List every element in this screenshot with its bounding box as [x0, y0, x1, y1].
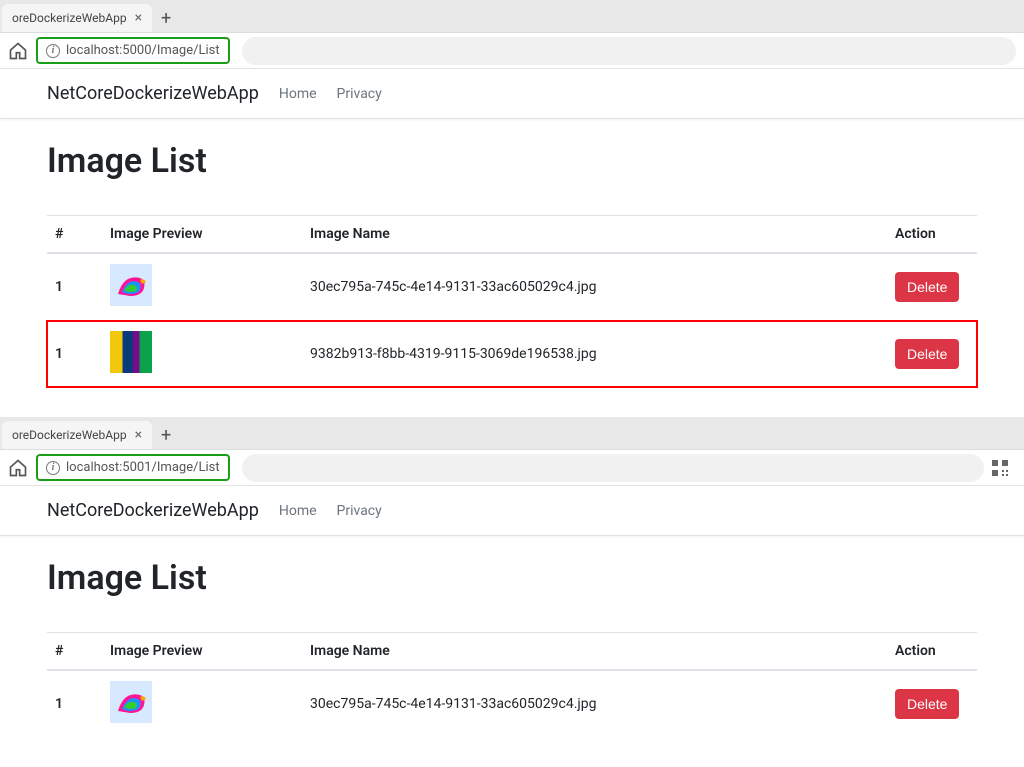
- home-icon[interactable]: [8, 41, 28, 61]
- row-num: 1: [47, 321, 102, 388]
- tab-title: oreDockerizeWebApp: [12, 11, 127, 25]
- url-field[interactable]: i localhost:5000/Image/List: [36, 37, 230, 64]
- delete-button[interactable]: Delete: [895, 339, 959, 369]
- table-row: 1 30ec795a-745c-4e14-9131-33ac605029c4.jp…: [47, 670, 977, 737]
- table-header: Image Name: [302, 216, 887, 254]
- address-input-rest[interactable]: [242, 454, 984, 482]
- table-header: Image Preview: [102, 633, 302, 671]
- browser-tab[interactable]: oreDockerizeWebApp ×: [2, 4, 152, 32]
- image-name: 30ec795a-745c-4e14-9131-33ac605029c4.jpg: [302, 670, 887, 737]
- url-text: localhost:5000/Image/List: [66, 43, 220, 58]
- brand[interactable]: NetCoreDockerizeWebApp: [47, 500, 259, 521]
- table-header: Image Preview: [102, 216, 302, 254]
- row-num: 1: [47, 253, 102, 321]
- navbar: NetCoreDockerizeWebApp Home Privacy: [0, 486, 1024, 536]
- image-table: #Image PreviewImage NameAction 1 30ec795a-…: [47, 215, 977, 387]
- close-icon[interactable]: ×: [135, 427, 142, 443]
- info-icon: i: [46, 461, 60, 475]
- page-title: Image List: [47, 141, 977, 181]
- table-header: Image Name: [302, 633, 887, 671]
- navbar: NetCoreDockerizeWebApp Home Privacy: [0, 69, 1024, 119]
- address-bar: i localhost:5000/Image/List: [0, 32, 1024, 68]
- image-name: 30ec795a-745c-4e14-9131-33ac605029c4.jpg: [302, 253, 887, 321]
- home-icon[interactable]: [8, 458, 28, 478]
- nav-link-privacy[interactable]: Privacy: [337, 86, 382, 102]
- delete-button[interactable]: Delete: [895, 689, 959, 719]
- image-table: #Image PreviewImage NameAction 1 30ec795a-…: [47, 632, 977, 737]
- info-icon: i: [46, 44, 60, 58]
- url-text: localhost:5001/Image/List: [66, 460, 220, 475]
- row-num: 1: [47, 670, 102, 737]
- url-field[interactable]: i localhost:5001/Image/List: [36, 454, 230, 481]
- brand[interactable]: NetCoreDockerizeWebApp: [47, 83, 259, 104]
- page-title: Image List: [47, 558, 977, 598]
- image-preview-cell: [102, 253, 302, 321]
- tab-bar: oreDockerizeWebApp × +: [0, 417, 1024, 449]
- address-bar: i localhost:5001/Image/List: [0, 449, 1024, 485]
- table-row: 1 30ec795a-745c-4e14-9131-33ac605029c4.jp…: [47, 253, 977, 321]
- close-icon[interactable]: ×: [135, 10, 142, 26]
- tab-bar: oreDockerizeWebApp × +: [0, 0, 1024, 32]
- main-content: Image List #Image PreviewImage NameAction…: [32, 536, 992, 767]
- image-thumbnail[interactable]: [110, 681, 152, 723]
- nav-link-privacy[interactable]: Privacy: [337, 503, 382, 519]
- image-preview-cell: [102, 321, 302, 388]
- table-header: #: [47, 633, 102, 671]
- tab-title: oreDockerizeWebApp: [12, 428, 127, 442]
- image-thumbnail[interactable]: [110, 331, 152, 373]
- table-header: Action: [887, 633, 977, 671]
- image-name: 9382b913-f8bb-4319-9115-3069de196538.jpg: [302, 321, 887, 388]
- new-tab-button[interactable]: +: [152, 4, 180, 32]
- qr-icon[interactable]: [992, 460, 1008, 476]
- image-thumbnail[interactable]: [110, 264, 152, 306]
- nav-link-home[interactable]: Home: [279, 503, 317, 519]
- nav-link-home[interactable]: Home: [279, 86, 317, 102]
- table-header: #: [47, 216, 102, 254]
- address-input-rest[interactable]: [242, 37, 1016, 65]
- table-header: Action: [887, 216, 977, 254]
- delete-button[interactable]: Delete: [895, 272, 959, 302]
- image-preview-cell: [102, 670, 302, 737]
- main-content: Image List #Image PreviewImage NameAction…: [32, 119, 992, 417]
- new-tab-button[interactable]: +: [152, 421, 180, 449]
- table-row: 1 9382b913-f8bb-4319-9115-3069de196538.jp…: [47, 321, 977, 388]
- browser-tab[interactable]: oreDockerizeWebApp ×: [2, 421, 152, 449]
